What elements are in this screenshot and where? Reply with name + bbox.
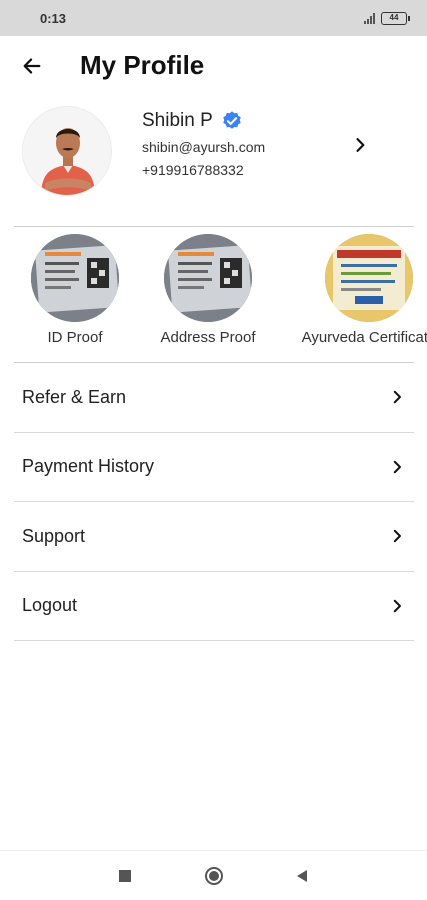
address-card-thumbnail	[164, 234, 252, 322]
back-nav-button[interactable]	[290, 864, 314, 888]
profile-phone: +919916788332	[142, 162, 244, 178]
id-card-image	[31, 234, 119, 322]
chevron-right-icon	[393, 390, 401, 404]
avatar-photo	[23, 107, 111, 195]
circle-icon	[205, 867, 223, 885]
menu-item-support[interactable]: Support	[14, 502, 414, 572]
home-button[interactable]	[202, 864, 226, 888]
back-button[interactable]	[18, 52, 46, 80]
chevron-right-icon	[393, 529, 401, 543]
battery-icon: 44	[381, 11, 410, 25]
menu-item-refer-earn[interactable]: Refer & Earn	[14, 363, 414, 433]
profile-email: shibin@ayursh.com	[142, 139, 266, 155]
system-navigation-bar	[0, 850, 427, 900]
document-ayurveda-certificate[interactable]: Ayurveda Certificate	[294, 234, 427, 354]
certificate-image	[325, 234, 413, 322]
menu-item-label: Support	[22, 525, 86, 546]
triangle-left-icon	[297, 870, 307, 882]
profile-name: Shibin P	[142, 110, 213, 131]
document-id-proof[interactable]: ID Proof	[0, 234, 150, 354]
document-label: ID Proof	[47, 329, 103, 346]
id-card-thumbnail	[31, 234, 119, 322]
menu-item-logout[interactable]: Logout	[14, 572, 414, 641]
verified-badge-icon	[223, 111, 241, 129]
certificate-thumbnail	[325, 234, 413, 322]
status-time: 0:13	[40, 10, 67, 26]
menu-item-label: Refer & Earn	[22, 386, 127, 407]
address-card-image	[164, 234, 252, 322]
menu-item-label: Payment History	[22, 456, 155, 477]
battery-level: 44	[389, 12, 399, 22]
app-header: My Profile	[0, 36, 427, 96]
document-label: Ayurveda Certificate	[301, 329, 427, 346]
document-label: Address Proof	[160, 329, 256, 346]
signal-icon	[364, 12, 375, 24]
profile-menu: Refer & Earn Payment History Support Log…	[14, 363, 414, 641]
square-icon	[119, 870, 131, 882]
chevron-right-icon	[393, 460, 401, 473]
menu-item-payment-history[interactable]: Payment History	[14, 433, 414, 502]
menu-item-label: Logout	[22, 595, 78, 616]
profile-card[interactable]: Shibin P shibin@ayursh.com +919916788332	[0, 100, 427, 220]
documents-row: ID Proof Address Proof Ayurveda Certific…	[0, 228, 427, 358]
chevron-right-icon	[393, 599, 401, 612]
page-title: My Profile	[80, 50, 205, 80]
arrow-left-icon	[23, 58, 41, 74]
document-address-proof[interactable]: Address Proof	[133, 234, 283, 354]
recents-button[interactable]	[113, 864, 137, 888]
status-icons: 44	[364, 11, 410, 25]
divider	[14, 226, 414, 227]
profile-name-row: Shibin P	[142, 110, 243, 132]
avatar	[22, 106, 112, 196]
chevron-right-icon	[356, 138, 365, 152]
status-bar: 0:13 44	[0, 0, 427, 36]
